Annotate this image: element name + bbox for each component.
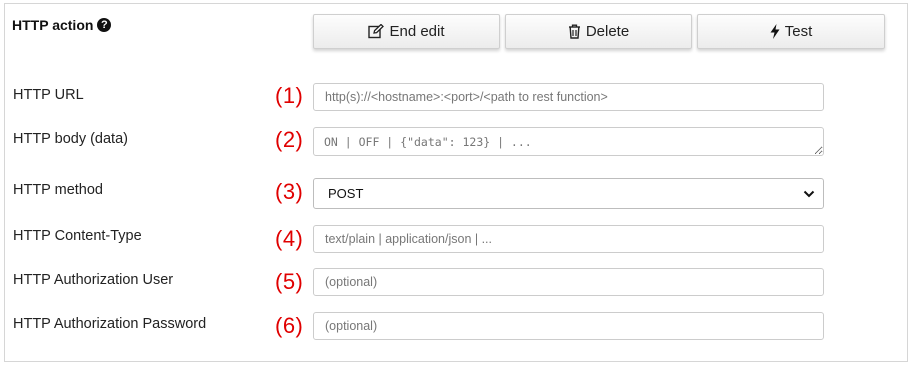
- marker-2: (2): [275, 127, 304, 152]
- http-auth-password-label: HTTP Authorization Password: [13, 316, 207, 332]
- http-auth-user-label: HTTP Authorization User: [13, 272, 174, 288]
- section-title-text: HTTP action: [12, 17, 94, 33]
- end-edit-label: End edit: [389, 23, 445, 40]
- http-url-label: HTTP URL: [13, 87, 84, 103]
- delete-button[interactable]: Delete: [505, 14, 692, 49]
- edit-icon: [368, 24, 385, 39]
- section-title: HTTP action ?: [12, 17, 112, 33]
- marker-5: (5): [275, 269, 304, 294]
- bolt-icon: [770, 24, 780, 39]
- marker-3: (3): [275, 179, 304, 204]
- test-label: Test: [784, 23, 813, 40]
- http-auth-user-input[interactable]: [313, 268, 824, 296]
- http-auth-password-input[interactable]: [313, 312, 824, 340]
- http-content-type-label: HTTP Content-Type: [13, 228, 142, 244]
- http-method-select[interactable]: POST: [313, 178, 824, 209]
- http-method-label: HTTP method: [13, 182, 103, 198]
- http-method-value: POST: [328, 186, 364, 201]
- delete-label: Delete: [585, 23, 630, 40]
- http-body-textarea[interactable]: [313, 127, 824, 156]
- test-button[interactable]: Test: [697, 14, 885, 49]
- http-body-label: HTTP body (data): [13, 131, 128, 147]
- question-circle-icon[interactable]: ?: [97, 18, 112, 32]
- end-edit-button[interactable]: End edit: [313, 14, 500, 49]
- chevron-down-icon: [803, 186, 815, 201]
- http-content-type-input[interactable]: [313, 225, 824, 253]
- http-url-input[interactable]: [313, 83, 824, 111]
- marker-4: (4): [275, 226, 304, 251]
- marker-6: (6): [275, 313, 304, 338]
- trash-icon: [568, 24, 581, 39]
- marker-1: (1): [275, 83, 304, 108]
